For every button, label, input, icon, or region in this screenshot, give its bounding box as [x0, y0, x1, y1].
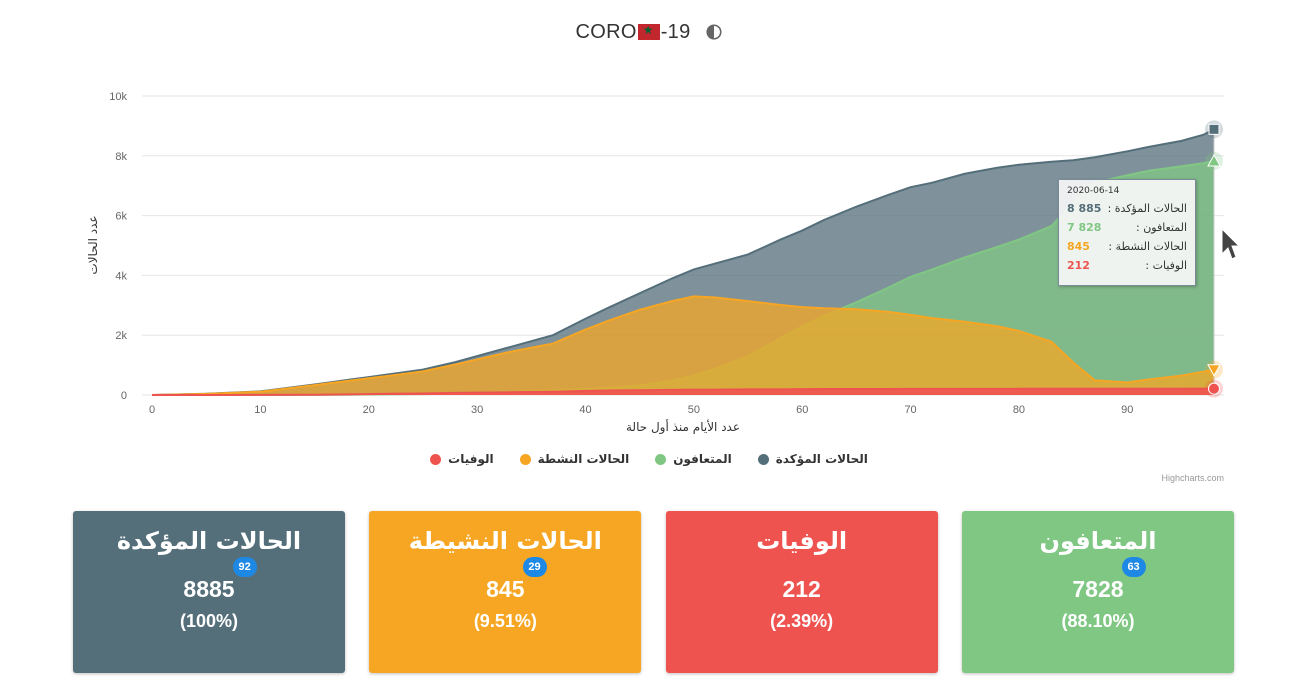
x-tick-label: 80: [1013, 404, 1025, 416]
tooltip-row: الوفيات : 212: [1067, 256, 1187, 275]
credits-link[interactable]: Highcharts.com: [1161, 473, 1224, 483]
stats-cards: الحالات المؤكدة 8885 92 (100%) الحالات النشي…: [73, 511, 1234, 673]
x-tick-label: 70: [904, 404, 916, 416]
x-tick-label: 40: [579, 404, 591, 416]
card-value: 8885 92: [183, 557, 257, 603]
stat-card: الحالات النشيطة 845 29 (9.51%): [369, 511, 642, 673]
legend-label: الحالات النشطة: [537, 452, 630, 466]
card-percent: (9.51%): [473, 611, 537, 631]
series-marker-circle: [1208, 382, 1220, 395]
tooltip-label: الحالات المؤكدة :: [1107, 202, 1187, 215]
legend-item[interactable]: المتعافون: [655, 452, 732, 466]
card-percent: (100%): [179, 611, 239, 631]
x-tick-label: 90: [1121, 404, 1133, 416]
tooltip-value: 212: [1067, 259, 1090, 272]
card-percent: (2.39%): [770, 611, 834, 631]
daily-increase-badge: 29: [522, 557, 547, 577]
morocco-flag-icon: [637, 23, 660, 40]
legend-marker: [519, 453, 531, 465]
card-value-text: 212: [782, 576, 821, 602]
legend-item[interactable]: الوفيات: [430, 452, 494, 466]
daily-increase-badge: 63: [1121, 557, 1146, 577]
legend-label: المتعافون: [673, 452, 732, 466]
chart-title: CORO -19: [575, 21, 690, 44]
legend-label: الوفيات: [448, 452, 494, 466]
chart-title-bar: CORO -19: [0, 18, 1298, 46]
tooltip-date: 2020-06-14: [1067, 186, 1120, 196]
legend-marker: [655, 453, 667, 465]
tooltip-row: المتعافون : 7 828: [1067, 218, 1187, 237]
tooltip-label: الوفيات :: [1145, 259, 1187, 272]
legend-item[interactable]: الحالات النشطة: [519, 452, 630, 466]
card-value: 845 29: [486, 557, 547, 603]
y-axis-label: عدد الحالات: [86, 215, 100, 274]
x-tick-label: 10: [254, 404, 266, 416]
legend-marker: [430, 453, 442, 465]
y-tick-label: 6k: [115, 211, 127, 223]
stat-card: الحالات المؤكدة 8885 92 (100%): [73, 511, 345, 673]
x-tick-label: 20: [363, 404, 375, 416]
tooltip-label: الحالات النشطة :: [1108, 240, 1187, 253]
tooltip-row: الحالات النشطة : 845: [1067, 237, 1187, 256]
title-suffix: -19: [660, 20, 691, 43]
card-percent: (88.10%): [1061, 611, 1135, 631]
daily-increase-badge: 92: [232, 557, 257, 577]
card-title: الوفيات: [756, 527, 848, 555]
tooltip-value: 7 828: [1067, 221, 1102, 234]
tooltip-row: الحالات المؤكدة : 8 885: [1067, 199, 1187, 218]
chart-legend: الحالات المؤكدة المتعافون الحالات النشطة ال…: [0, 452, 1298, 466]
tooltip-value: 845: [1067, 240, 1090, 253]
y-tick-label: 10k: [109, 91, 127, 103]
stat-card: الوفيات 212 (2.39%): [665, 511, 938, 673]
y-tick-label: 2k: [115, 330, 127, 342]
card-value: 212: [782, 576, 820, 603]
tooltip-value: 8 885: [1067, 202, 1102, 215]
y-tick-label: 4k: [115, 270, 127, 282]
y-tick-label: 8k: [115, 151, 127, 163]
x-tick-label: 60: [796, 404, 808, 416]
x-tick-label: 30: [471, 404, 483, 416]
title-prefix: CORO: [575, 20, 637, 43]
y-tick-label: 0: [121, 390, 127, 402]
card-title: الحالات النشيطة: [408, 527, 602, 555]
card-title: المتعافون: [1039, 527, 1157, 555]
x-axis-label: عدد الأيام منذ أول حالة: [626, 419, 740, 435]
card-value: 7828 63: [1072, 557, 1146, 603]
chart-tooltip: 2020-06-14 الحالات المؤكدة : 8 885 المتعاف…: [1058, 179, 1196, 286]
series-marker-square: [1208, 123, 1220, 135]
card-value-text: 7828: [1072, 576, 1124, 602]
card-title: الحالات المؤكدة: [116, 527, 302, 555]
stat-card: المتعافون 7828 63 (88.10%): [961, 511, 1234, 673]
mouse-cursor-icon: [1221, 228, 1241, 260]
card-value-text: 845: [486, 576, 525, 602]
legend-item[interactable]: الحالات المؤكدة: [757, 452, 868, 466]
tooltip-label: المتعافون :: [1136, 221, 1187, 234]
legend-marker: [757, 453, 769, 465]
x-tick-label: 0: [149, 404, 155, 416]
x-tick-label: 50: [688, 404, 700, 416]
card-value-text: 8885: [183, 576, 235, 602]
contrast-toggle-icon[interactable]: [705, 23, 723, 41]
legend-label: الحالات المؤكدة: [775, 452, 868, 466]
